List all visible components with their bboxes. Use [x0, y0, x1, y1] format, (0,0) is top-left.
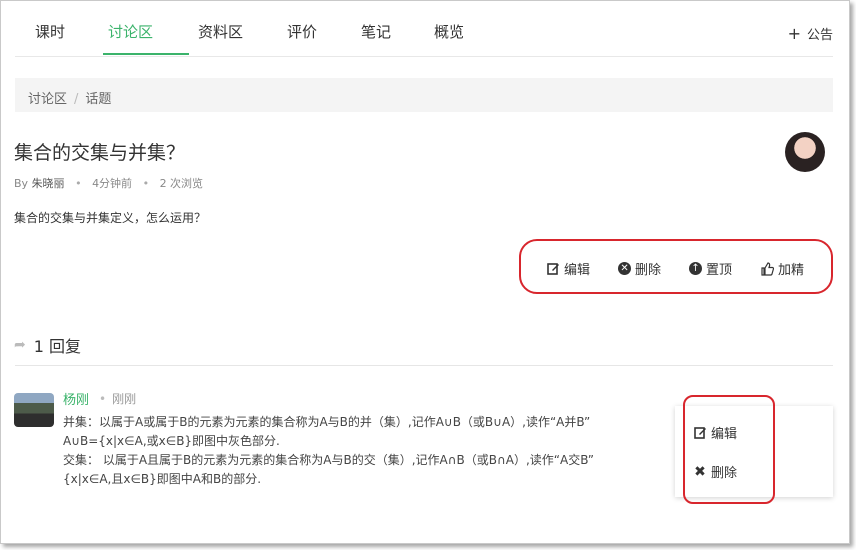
- breadcrumb-current: 话题: [85, 92, 112, 107]
- topic-meta: By 朱晓丽 • 4分钟前 • 2 次浏览: [14, 175, 203, 191]
- reply-count-header: ➦ 1 回复: [14, 333, 81, 357]
- breadcrumb: 讨论区 / 话题: [15, 78, 833, 112]
- topic-content: 集合的交集与并集定义，怎么运用？: [14, 211, 207, 225]
- topic-time: 4分钟前: [92, 177, 133, 190]
- tab-reviews[interactable]: 评价: [287, 21, 317, 42]
- highlight-ring: [519, 239, 833, 294]
- reply-line: 交集： 以属于A且属于B的元素为元素的集合称为A与B的交（集）,记作A∩B（或B…: [63, 453, 594, 467]
- by-label: By: [14, 177, 29, 190]
- page-frame: 课时 讨论区 资料区 评价 笔记 概览 + 公告 讨论区 / 话题 集合的交集与并集…: [0, 0, 850, 544]
- topic-author[interactable]: 朱晓丽: [32, 177, 65, 190]
- divider: [15, 365, 833, 366]
- meta-dot: •: [75, 177, 82, 190]
- breadcrumb-root[interactable]: 讨论区: [28, 92, 67, 107]
- highlight-ring: [683, 395, 775, 504]
- meta-dot: •: [99, 392, 107, 406]
- course-tabs: 课时 讨论区 资料区 评价 笔记 概览 + 公告: [15, 1, 833, 57]
- active-tab-indicator: [103, 53, 189, 55]
- reply-line: A∪B={x|x∈A,或x∈B}即图中灰色部分.: [63, 434, 280, 448]
- meta-dot: •: [142, 177, 150, 190]
- notice-label: 公告: [806, 28, 833, 43]
- reply-content: 并集：以属于A或属于B的元素为元素的集合称为A与B的并（集）,记作A∪B（或B∪…: [63, 413, 678, 489]
- tab-discussion[interactable]: 讨论区: [108, 21, 153, 42]
- reply-avatar[interactable]: [14, 393, 54, 427]
- tab-notes[interactable]: 笔记: [361, 21, 391, 42]
- breadcrumb-separator: /: [74, 92, 79, 107]
- reply-line: 并集：以属于A或属于B的元素为元素的集合称为A与B的并（集）,记作A∪B（或B∪…: [63, 415, 591, 429]
- reply-line: {x|x∈A,且x∈B}即图中A和B的部分.: [63, 472, 262, 486]
- plus-icon: +: [787, 23, 801, 43]
- topic-views: 2 次浏览: [159, 177, 204, 190]
- tab-lessons[interactable]: 课时: [35, 21, 65, 42]
- reply-time: • 刚刚: [99, 390, 136, 407]
- notice-button[interactable]: + 公告: [788, 24, 833, 43]
- reply-count: 1 回复: [33, 337, 82, 356]
- reply-time-text: 刚刚: [112, 392, 137, 406]
- reply-arrow-icon: ➦: [14, 337, 26, 353]
- topic-title: 集合的交集与并集？: [14, 142, 186, 164]
- reply-author[interactable]: 杨刚: [63, 389, 89, 408]
- tab-materials[interactable]: 资料区: [198, 21, 243, 42]
- author-avatar[interactable]: [785, 132, 825, 172]
- tab-overview[interactable]: 概览: [434, 21, 464, 42]
